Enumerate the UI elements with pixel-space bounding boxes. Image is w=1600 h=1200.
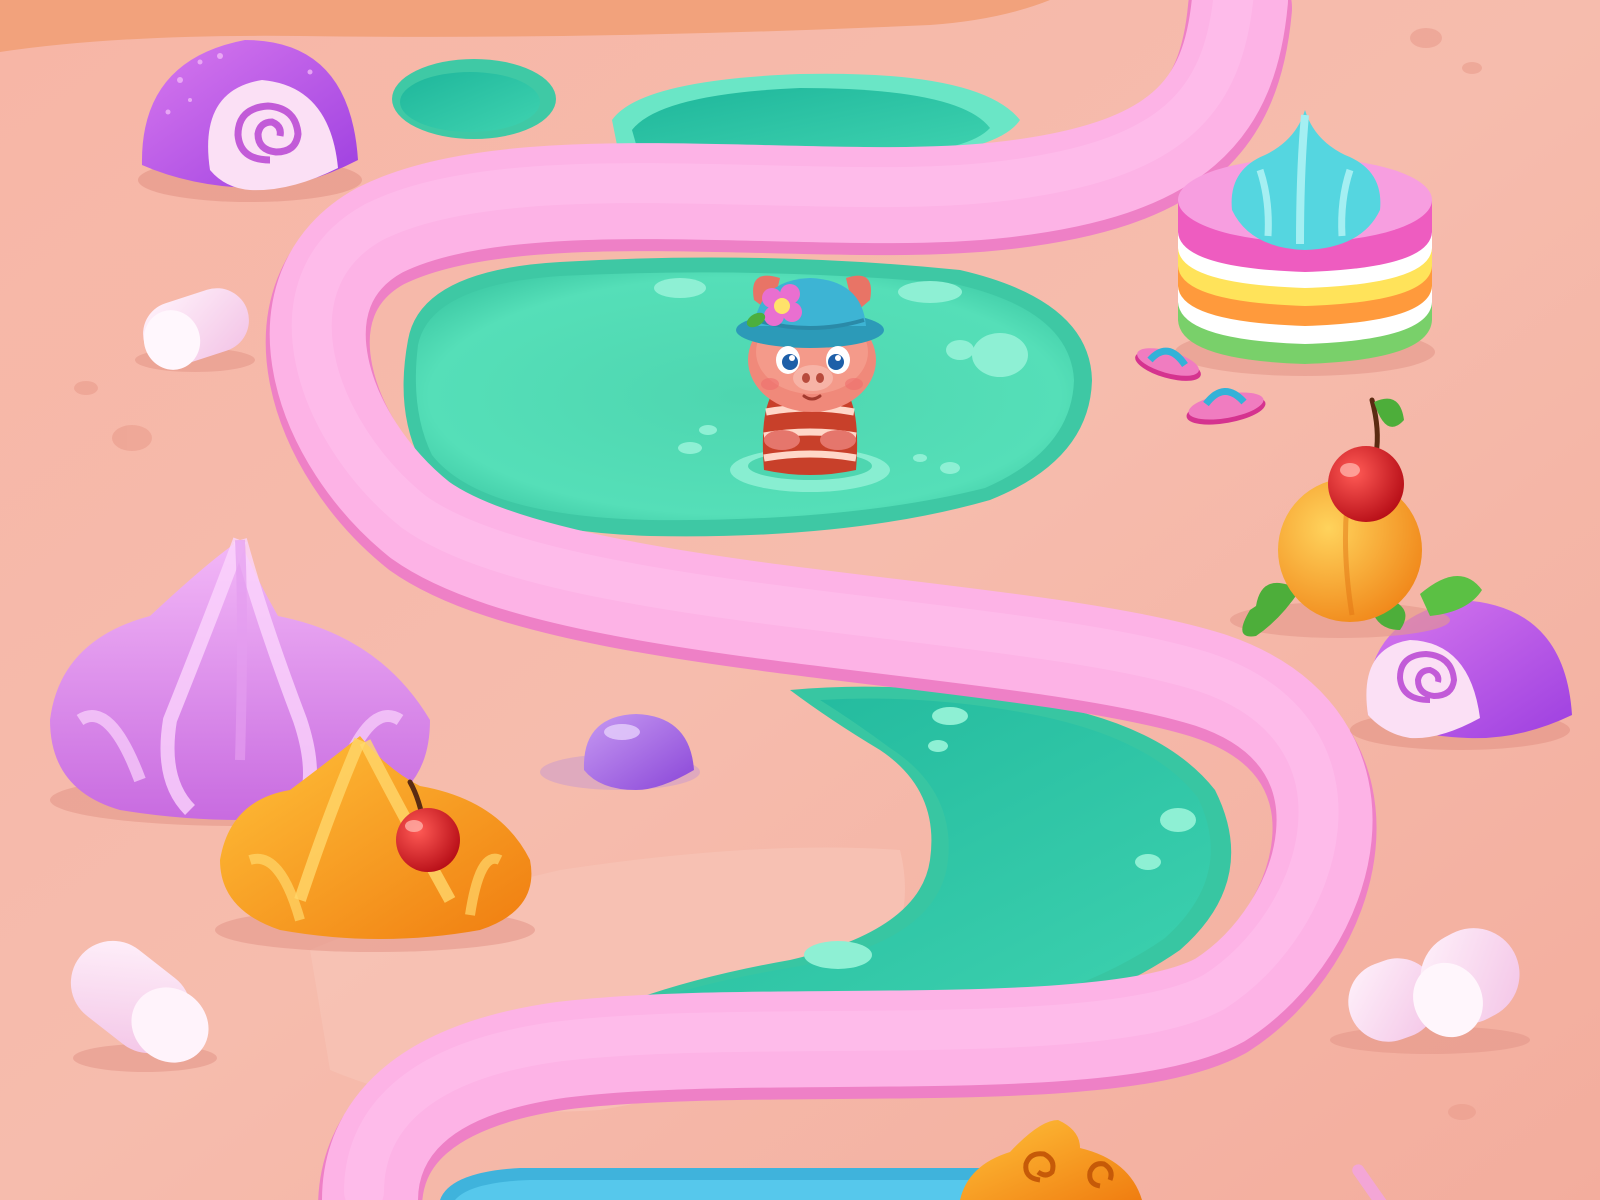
level-map: pig in sun hat with flower <box>0 0 1600 1200</box>
level-map-scene <box>0 0 1600 1200</box>
center-pond <box>403 257 1093 537</box>
small-pond-left <box>392 59 556 139</box>
